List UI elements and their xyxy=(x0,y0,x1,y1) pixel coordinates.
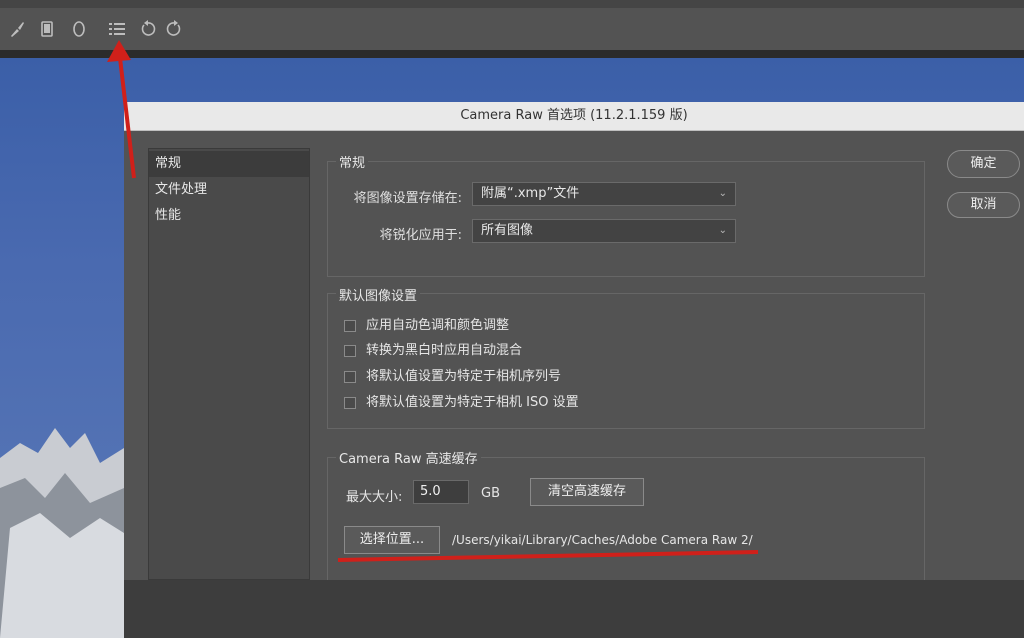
choose-location-button[interactable]: 选择位置... xyxy=(344,526,440,554)
save-settings-select[interactable]: 附属“.xmp”文件 ⌄ xyxy=(472,182,736,206)
brush-icon[interactable] xyxy=(8,20,26,38)
auto-grayscale-label: 转换为黑白时应用自动混合 xyxy=(366,343,523,358)
sidebar-item-file-handling[interactable]: 文件处理 xyxy=(149,177,309,203)
mobile-icon[interactable] xyxy=(38,20,56,38)
sharpen-label: 将锐化应用于: xyxy=(379,228,462,243)
cache-group xyxy=(327,457,925,580)
ok-button[interactable]: 确定 xyxy=(947,150,1020,178)
max-size-input[interactable]: 5.0 xyxy=(413,480,469,504)
rotate-right-icon[interactable] xyxy=(165,20,183,38)
auto-tone-checkbox[interactable] xyxy=(344,319,356,332)
rotate-left-icon[interactable] xyxy=(139,20,157,38)
iso-default-checkbox[interactable] xyxy=(344,396,356,409)
purge-cache-button[interactable]: 清空高速缓存 xyxy=(530,478,644,506)
max-size-label: 最大大小: xyxy=(346,490,403,505)
sidebar-item-performance[interactable]: 性能 xyxy=(149,203,309,229)
cache-path: /Users/yikai/Library/Caches/Adobe Camera… xyxy=(452,533,753,547)
save-settings-value: 附属“.xmp”文件 xyxy=(481,186,580,201)
serial-default-checkbox[interactable] xyxy=(344,370,356,383)
default-image-settings-title: 默认图像设置 xyxy=(336,285,421,304)
cache-group-title: Camera Raw 高速缓存 xyxy=(336,448,481,467)
preferences-dialog: Camera Raw 首选项 (11.2.1.159 版) 常规 文件处理 性能… xyxy=(124,102,1024,580)
list-icon[interactable] xyxy=(108,20,126,38)
mountain-image xyxy=(0,428,124,638)
auto-grayscale-option[interactable]: 转换为黑白时应用自动混合 xyxy=(344,339,522,359)
sidebar-item-general[interactable]: 常规 xyxy=(149,151,309,177)
auto-tone-option[interactable]: 应用自动色调和颜色调整 xyxy=(344,314,509,334)
dialog-title: Camera Raw 首选项 (11.2.1.159 版) xyxy=(124,102,1024,131)
ellipse-icon[interactable] xyxy=(70,20,88,38)
auto-grayscale-checkbox[interactable] xyxy=(344,344,356,357)
general-group-title: 常规 xyxy=(336,152,369,171)
sharpen-value: 所有图像 xyxy=(481,223,534,238)
serial-default-label: 将默认值设置为特定于相机序列号 xyxy=(366,369,562,384)
chevron-down-icon: ⌄ xyxy=(718,225,727,236)
sharpen-select[interactable]: 所有图像 ⌄ xyxy=(472,219,736,243)
preferences-sidebar: 常规 文件处理 性能 xyxy=(148,148,310,580)
iso-default-option[interactable]: 将默认值设置为特定于相机 ISO 设置 xyxy=(344,391,579,411)
cancel-button[interactable]: 取消 xyxy=(947,192,1020,218)
chevron-down-icon: ⌄ xyxy=(718,188,727,199)
iso-default-label: 将默认值设置为特定于相机 ISO 设置 xyxy=(366,395,579,410)
toolbar-divider xyxy=(0,50,1024,58)
auto-tone-label: 应用自动色调和颜色调整 xyxy=(366,318,510,333)
size-unit-label: GB xyxy=(481,486,500,501)
top-toolbar xyxy=(0,0,1024,50)
serial-default-option[interactable]: 将默认值设置为特定于相机序列号 xyxy=(344,365,561,385)
save-settings-label: 将图像设置存储在: xyxy=(353,191,462,206)
